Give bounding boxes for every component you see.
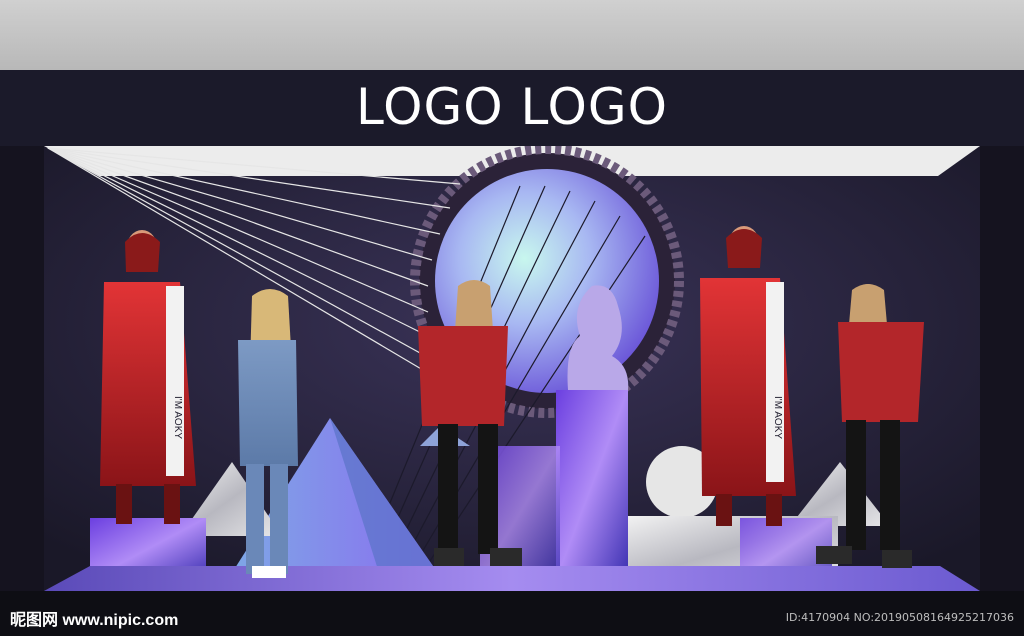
watermark-site: 昵图网 www.nipic.com (10, 612, 179, 629)
watermark-id: ID:4170904 NO:20190508164925217036 (785, 611, 1014, 624)
right-wall (980, 146, 1024, 591)
logo-text: LOGO LOGO (356, 78, 668, 136)
holographic-pedestal (556, 390, 628, 580)
mannequin-4-label: I'M AOKY (772, 396, 783, 439)
ceiling (0, 0, 1024, 70)
window-display-stage: I'M AOKY I'M AOKY (0, 146, 1024, 591)
mannequin-1-label: I'M AOKY (172, 396, 183, 439)
floor (44, 566, 980, 591)
left-wall (0, 146, 44, 591)
